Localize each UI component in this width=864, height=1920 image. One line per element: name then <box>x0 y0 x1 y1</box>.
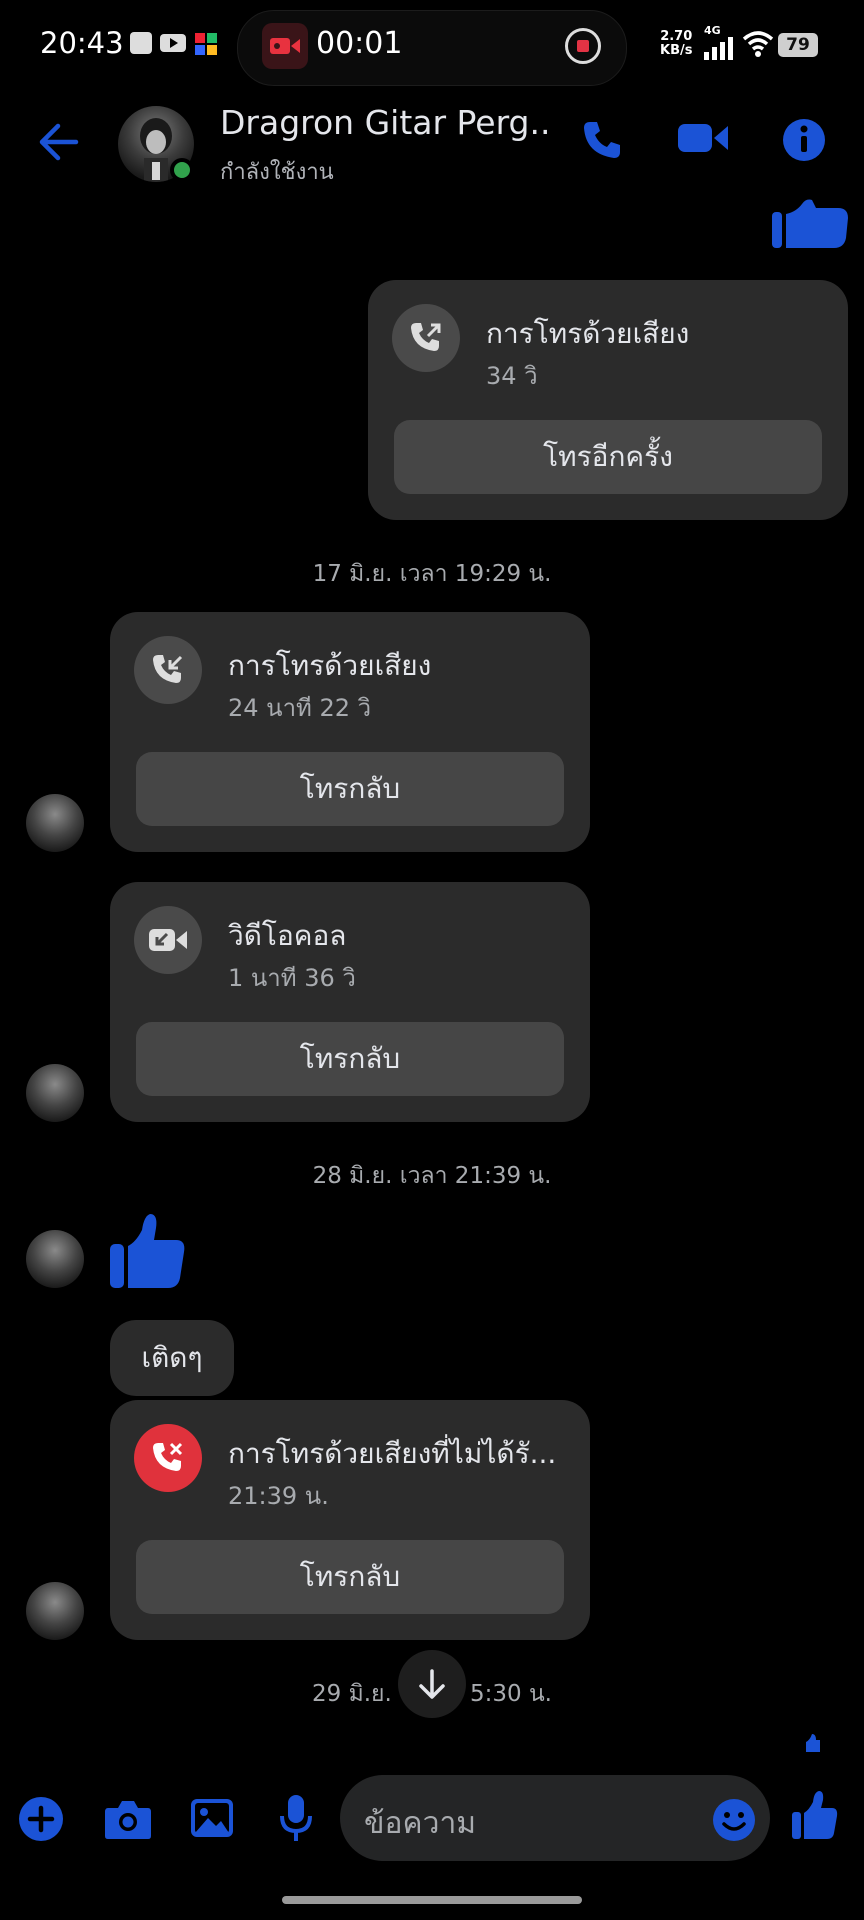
call-title: การโทรด้วยเสียงที่ไม่ได้รั... <box>228 1437 557 1470</box>
incoming-call-icon <box>134 636 202 704</box>
message-input-placeholder: ข้อความ <box>364 1806 477 1841</box>
call-duration: 24 นาที 22 วิ <box>228 694 372 722</box>
camera-icon[interactable] <box>104 1798 152 1840</box>
recording-timer: 00:01 <box>316 26 403 61</box>
arrow-down-icon <box>419 1669 445 1699</box>
text-message[interactable]: เติดๆ <box>110 1320 234 1396</box>
info-icon[interactable] <box>782 118 826 162</box>
timestamp-divider: 28 มิ.ย. เวลา 21:39 น. <box>312 1163 552 1189</box>
net-speed-value: 2.70 <box>660 29 693 44</box>
contact-active-status: กำลังใช้งาน <box>220 160 334 185</box>
received-like-thumb-icon <box>110 1214 185 1288</box>
sender-avatar[interactable] <box>26 1064 84 1122</box>
online-status-dot <box>170 158 194 182</box>
call-title: การโทรด้วยเสียง <box>486 317 690 350</box>
net-speed-unit: KB/s <box>660 43 693 58</box>
notification-icons <box>130 32 218 56</box>
back-arrow-icon[interactable] <box>36 122 80 162</box>
status-time: 20:43 <box>40 26 124 60</box>
sender-avatar[interactable] <box>26 794 84 852</box>
microphone-icon[interactable] <box>280 1794 312 1842</box>
stop-recording-button[interactable] <box>565 28 601 64</box>
scroll-to-bottom-button[interactable] <box>398 1650 466 1718</box>
call-back-button[interactable]: โทรกลับ <box>136 752 564 826</box>
timestamp-date: 29 มิ.ย. <box>312 1681 392 1707</box>
like-send-icon[interactable] <box>792 1790 838 1840</box>
call-back-button[interactable]: โทรกลับ <box>136 1540 564 1614</box>
call-again-button[interactable]: โทรอีกครั้ง <box>394 420 822 494</box>
notification-app-icon <box>130 32 152 54</box>
video-call-icon[interactable] <box>678 118 730 158</box>
call-time: 21:39 น. <box>228 1482 329 1510</box>
sender-avatar[interactable] <box>26 1582 84 1640</box>
phone-call-icon[interactable] <box>580 118 624 162</box>
read-receipt-icon <box>806 1734 820 1752</box>
youtube-icon <box>160 34 186 52</box>
call-back-button[interactable]: โทรกลับ <box>136 1022 564 1096</box>
call-duration: 1 นาที 36 วิ <box>228 964 356 992</box>
call-duration: 34 วิ <box>486 362 538 390</box>
call-title: การโทรด้วยเสียง <box>228 649 432 682</box>
screen-record-camera-icon <box>262 23 308 69</box>
outgoing-call-icon <box>392 304 460 372</box>
timestamp-time: 5:30 น. <box>470 1681 552 1707</box>
colorful-app-icon <box>195 33 217 55</box>
plus-icon[interactable] <box>18 1796 64 1842</box>
signal-icon: 4G <box>704 24 736 66</box>
network-speed: 2.70 KB/s <box>660 30 692 58</box>
sender-avatar[interactable] <box>26 1230 84 1288</box>
timestamp-divider: 17 มิ.ย. เวลา 19:29 น. <box>312 561 552 587</box>
video-call-incoming-icon <box>134 906 202 974</box>
network-type: 4G <box>704 24 721 37</box>
sent-like-thumb-icon <box>772 199 848 248</box>
home-indicator[interactable] <box>282 1896 582 1904</box>
battery-indicator: 79 <box>778 33 818 57</box>
wifi-icon <box>742 31 774 57</box>
call-title: วิดีโอคอล <box>228 919 347 952</box>
contact-name[interactable]: Dragron Gitar Perg... <box>220 103 550 142</box>
missed-call-icon <box>134 1424 202 1492</box>
gallery-icon[interactable] <box>190 1798 234 1838</box>
emoji-icon[interactable] <box>712 1798 756 1842</box>
